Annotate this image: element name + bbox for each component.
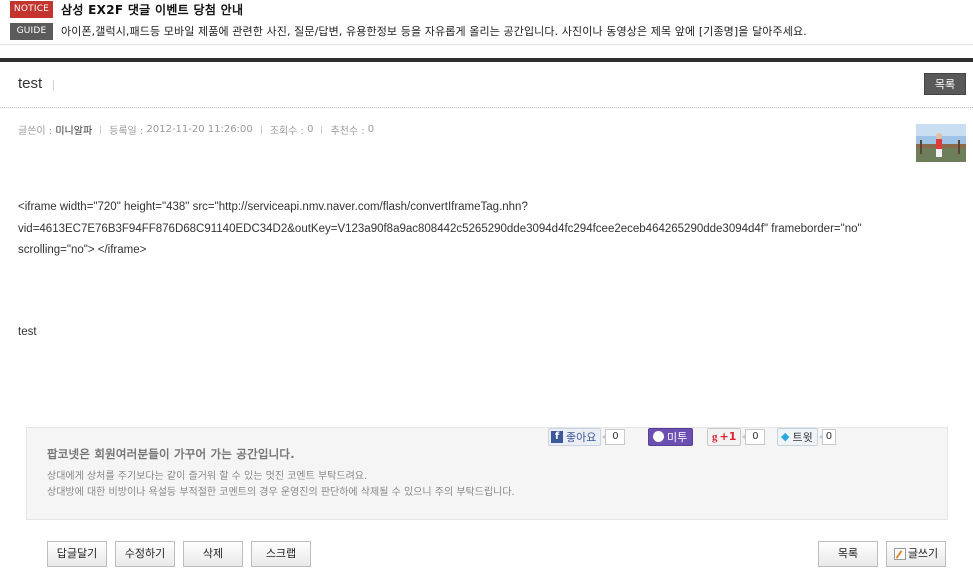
twitter-label: 트윗 bbox=[792, 430, 813, 444]
post-meta: 글쓴이 : 미니알파 등록일 : 2012-11-20 11:26:00 조회수… bbox=[18, 122, 374, 137]
gplus-button[interactable]: g +1 bbox=[707, 427, 742, 446]
twitter-count: 0 bbox=[818, 428, 837, 445]
avatar[interactable] bbox=[916, 124, 966, 162]
post-header-bar bbox=[0, 58, 973, 62]
date-label: 등록일 : bbox=[109, 126, 144, 137]
board-guide-text: 아이폰,갤럭시,패드등 모바일 제품에 관련한 사진, 질문/답변, 유용한정보… bbox=[61, 25, 807, 38]
notice-tag: NOTICE bbox=[10, 0, 53, 18]
twitter-bird-icon: ◆ bbox=[781, 430, 790, 443]
guide-tag: GUIDE bbox=[10, 22, 53, 40]
divider bbox=[260, 125, 262, 134]
divider bbox=[321, 125, 323, 134]
facebook-like-button[interactable]: f 좋아요 bbox=[548, 427, 602, 446]
guide-row: GUIDE 아이폰,갤럭시,패드등 모바일 제품에 관련한 사진, 질문/답변,… bbox=[10, 22, 807, 40]
content-line: <iframe width="720" height="438" src="ht… bbox=[18, 201, 528, 213]
divider bbox=[0, 44, 973, 45]
recommend-label: 추천수 : bbox=[330, 126, 365, 137]
me2day-icon bbox=[653, 431, 664, 442]
pencil-icon bbox=[893, 548, 906, 560]
twitter-button[interactable]: ◆ 트윗 bbox=[777, 427, 818, 446]
gplus-count: 0 bbox=[742, 428, 766, 445]
facebook-like-count: 0 bbox=[602, 428, 626, 445]
write-button-label: 글쓰기 bbox=[907, 547, 939, 560]
comment-guide-line: 상대방에 대한 비방이나 욕설등 부적절한 코멘트의 경우 운영진의 판단하에 … bbox=[47, 487, 515, 498]
gplus-label: +1 bbox=[719, 430, 737, 443]
post-title: test bbox=[18, 75, 43, 92]
author-name[interactable]: 미니알파 bbox=[55, 122, 92, 137]
post-date: 2012-11-20 11:26:00 bbox=[146, 124, 253, 135]
divider bbox=[0, 107, 973, 108]
views-count: 0 bbox=[307, 124, 314, 135]
author-label: 글쓴이 : bbox=[18, 126, 53, 137]
me2day-share: 미투 bbox=[648, 427, 694, 446]
scrap-button[interactable]: 스크랩 bbox=[251, 541, 311, 567]
notice-row[interactable]: NOTICE 삼성 EX2F 댓글 이벤트 당첨 안내 bbox=[10, 0, 243, 18]
gplus-share: g +1 0 bbox=[707, 427, 766, 446]
list-button-top[interactable]: 목록 bbox=[924, 73, 966, 95]
post-content: <iframe width="720" height="438" src="ht… bbox=[18, 197, 918, 262]
facebook-like: f 좋아요 0 bbox=[548, 427, 626, 446]
twitter-share: ◆ 트윗 0 bbox=[777, 427, 837, 446]
reply-button[interactable]: 답글달기 bbox=[47, 541, 107, 567]
notice-title-link[interactable]: 삼성 EX2F 댓글 이벤트 당첨 안내 bbox=[61, 1, 243, 18]
gplus-icon: g bbox=[712, 430, 718, 443]
me2day-label: 미투 bbox=[667, 430, 688, 444]
facebook-like-label: 좋아요 bbox=[566, 430, 597, 444]
recommend-count: 0 bbox=[367, 124, 375, 135]
facebook-icon: f bbox=[551, 430, 563, 443]
divider bbox=[53, 80, 54, 90]
content-text: test bbox=[18, 326, 37, 338]
divider bbox=[100, 125, 102, 134]
comment-guide-line: 상대에게 상처를 주기보다는 같이 즐거워 할 수 있는 멋진 코멘트 부탁드려… bbox=[47, 471, 368, 482]
delete-button[interactable]: 삭제 bbox=[183, 541, 243, 567]
content-line: vid=4613EC7E76B3F94FF876D68C91140EDC34D2… bbox=[18, 222, 862, 235]
write-button[interactable]: 글쓰기 bbox=[886, 541, 946, 567]
comment-guide-heading: 팝코넷은 회원여러분들이 가꾸어 가는 공간입니다. bbox=[47, 447, 295, 461]
edit-button[interactable]: 수정하기 bbox=[115, 541, 175, 567]
content-line: scrolling="no"> </iframe> bbox=[18, 244, 147, 256]
views-label: 조회수 : bbox=[269, 126, 304, 137]
list-button[interactable]: 목록 bbox=[818, 541, 878, 567]
me2day-button[interactable]: 미투 bbox=[648, 427, 694, 446]
